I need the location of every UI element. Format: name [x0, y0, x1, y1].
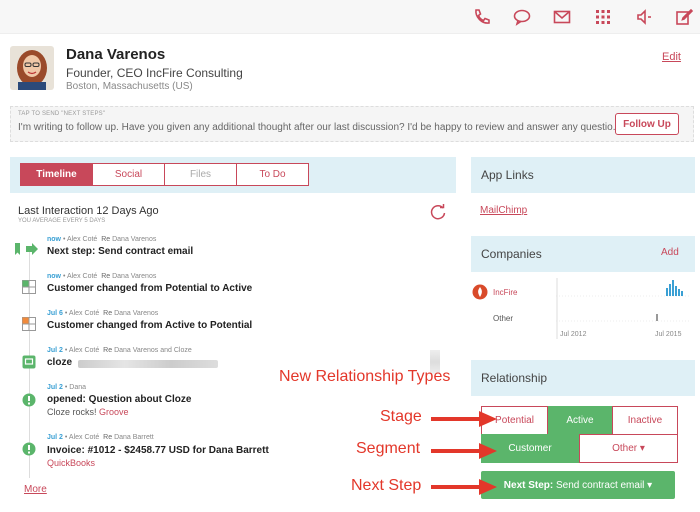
- timeline-item-sub: Cloze rocks! Groove: [47, 407, 129, 417]
- relationship-header: Relationship: [471, 360, 695, 396]
- arrow-icon: [431, 443, 497, 459]
- annotation-stage: Stage: [380, 408, 422, 425]
- timeline-meta: now • Alex Coté Re Dana Varenos: [47, 236, 157, 243]
- timeline-meta: Jul 2 • Alex Coté Re Dana Barrett: [47, 434, 154, 441]
- avatar: [10, 46, 54, 90]
- next-step-value: Send contract email ▾: [556, 479, 653, 491]
- annotation-segment: Segment: [356, 440, 421, 457]
- alert-icon: [22, 442, 36, 461]
- stage-inactive-button[interactable]: Inactive: [612, 406, 678, 435]
- arrow-icon: [431, 479, 497, 495]
- last-interaction-heading: Last Interaction 12 Days Ago: [18, 205, 159, 217]
- alert-icon: [22, 393, 36, 412]
- timeline-item-text[interactable]: Next step: Send contract email: [47, 246, 193, 257]
- incfire-logo-icon: [472, 284, 488, 305]
- phone-icon[interactable]: [471, 6, 493, 28]
- contact-location: Boston, Massachusetts (US): [66, 81, 193, 92]
- contact-title: Founder, CEO IncFire Consulting: [66, 66, 243, 80]
- speaker-icon[interactable]: [634, 6, 656, 28]
- companies-heading: Companies: [481, 247, 542, 261]
- timeline-item-sub: QuickBooks: [47, 458, 95, 468]
- company-name[interactable]: Other: [493, 314, 513, 323]
- annotation-next-step: Next Step: [351, 477, 422, 494]
- timeline-meta: Jul 2 • Dana: [47, 384, 87, 391]
- quickbooks-link[interactable]: QuickBooks: [47, 458, 95, 468]
- timeline-item-text[interactable]: Invoice: #1012 - $2458.77 USD for Dana B…: [47, 445, 269, 456]
- tab-timeline[interactable]: Timeline: [21, 164, 93, 185]
- mail-icon[interactable]: [551, 6, 573, 28]
- timeline-meta: now • Alex Coté Re Dana Varenos: [47, 273, 157, 280]
- timeline-item-text[interactable]: opened: Question about Cloze: [47, 394, 191, 405]
- next-step-dropdown[interactable]: Next Step: Send contract email ▾: [481, 471, 675, 499]
- add-company-link[interactable]: Add: [661, 247, 679, 258]
- redacted-text: [78, 360, 218, 368]
- timeline-item-text[interactable]: Customer changed from Active to Potentia…: [47, 320, 252, 331]
- tab-files[interactable]: Files: [165, 164, 237, 185]
- stage-active-button[interactable]: Active: [548, 406, 612, 435]
- annotation-new-types: New Relationship Types: [279, 368, 451, 385]
- status-change-icon: [22, 317, 36, 336]
- contact-name: Dana Varenos: [66, 46, 166, 63]
- edit-link[interactable]: Edit: [662, 51, 681, 63]
- axis-start-label: Jul 2012: [560, 331, 587, 338]
- compose-icon[interactable]: [673, 6, 695, 28]
- company-name[interactable]: IncFire: [493, 288, 517, 297]
- next-steps-message[interactable]: I'm writing to follow up. Have you given…: [18, 122, 621, 133]
- message-icon: [22, 355, 36, 374]
- chat-icon[interactable]: [511, 6, 533, 28]
- refresh-icon[interactable]: [429, 203, 447, 221]
- timeline-meta: Jul 2 • Alex Coté Re Dana Varenos and Cl…: [47, 347, 192, 354]
- next-step-icon: [14, 242, 40, 261]
- app-links-header: App Links: [471, 157, 695, 193]
- tab-bar: Timeline Social Files To Do: [20, 163, 309, 186]
- next-steps-label: TAP TO SEND "NEXT STEPS": [18, 111, 106, 117]
- timeline-item-text[interactable]: Customer changed from Potential to Activ…: [47, 283, 252, 294]
- app-links-heading: App Links: [481, 168, 534, 182]
- segment-other-dropdown[interactable]: Other ▾: [579, 434, 678, 463]
- groove-link[interactable]: Groove: [99, 407, 129, 417]
- tab-social[interactable]: Social: [93, 164, 165, 185]
- status-change-icon: [22, 280, 36, 299]
- arrow-icon: [431, 411, 497, 427]
- axis-end-label: Jul 2015: [655, 331, 682, 338]
- tab-todo[interactable]: To Do: [237, 164, 308, 185]
- timeline-meta: Jul 6 • Alex Coté Re Dana Varenos: [47, 310, 159, 317]
- mailchimp-link[interactable]: MailChimp: [480, 205, 527, 216]
- relationship-heading: Relationship: [481, 371, 548, 385]
- grid-icon[interactable]: [592, 6, 614, 28]
- top-toolbar: [0, 0, 700, 34]
- next-step-prefix: Next Step:: [503, 479, 554, 491]
- average-frequency: YOU AVERAGE EVERY 5 DAYS: [18, 218, 106, 224]
- follow-up-button[interactable]: Follow Up: [615, 113, 679, 135]
- more-link[interactable]: More: [24, 484, 47, 495]
- timeline-item-text[interactable]: cloze: [47, 357, 72, 368]
